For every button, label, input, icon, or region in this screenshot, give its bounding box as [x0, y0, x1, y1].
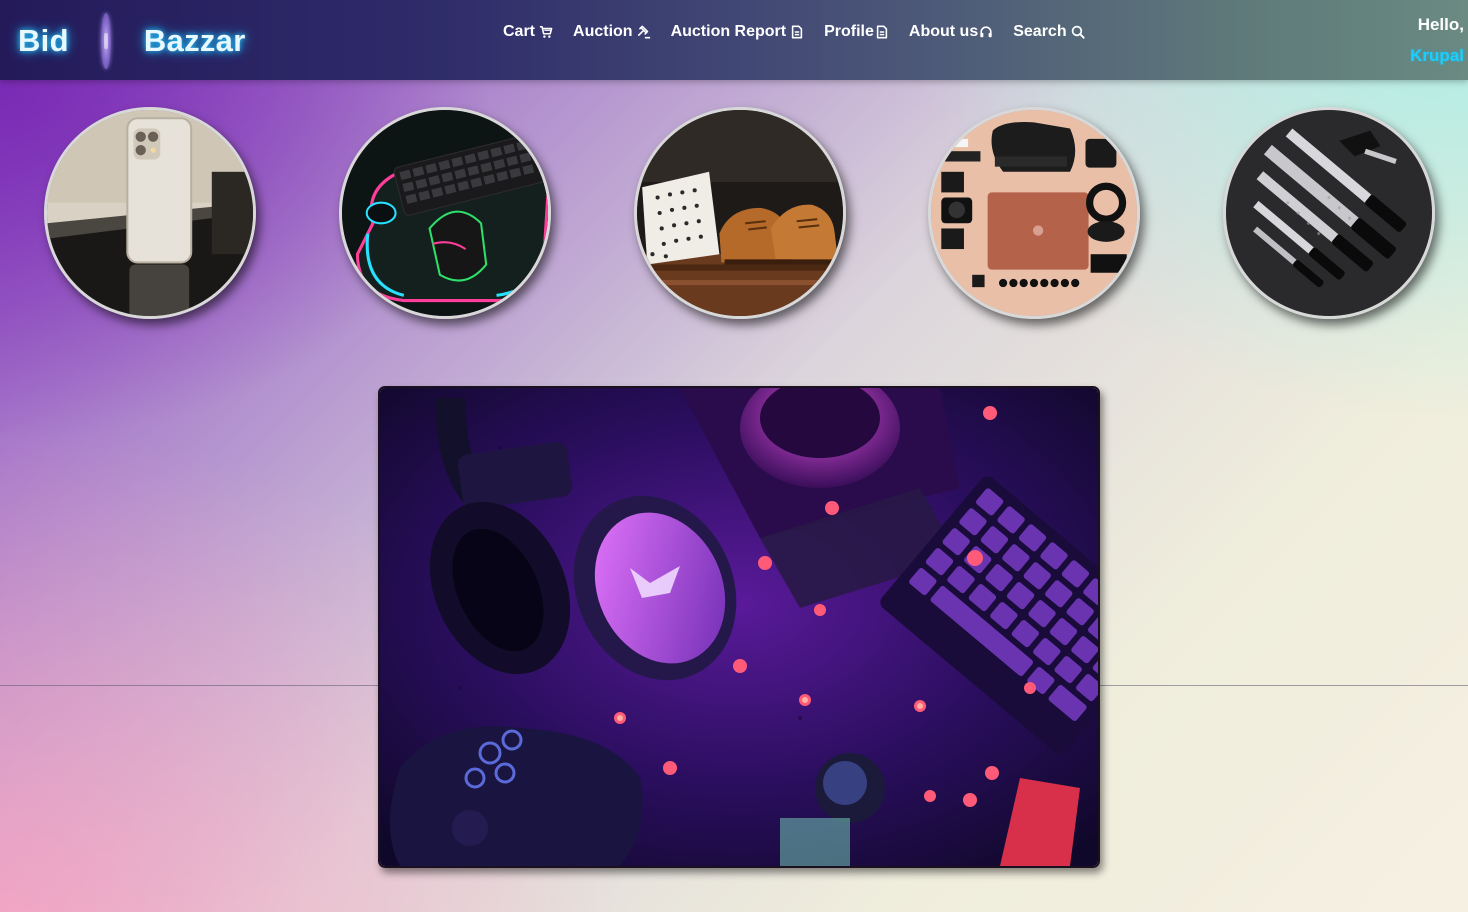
- gaming-setup-hero-image: [380, 388, 1098, 866]
- nav-auction-report-label: Auction Report: [670, 23, 787, 40]
- gadgets-flatlay-image: [931, 110, 1137, 316]
- navbar: Bid Bazzar Cart Auction Auction Report P…: [0, 0, 1468, 80]
- nav-profile-link[interactable]: Profile: [824, 23, 889, 41]
- cart-icon: [539, 25, 553, 39]
- username-text[interactable]: Krupal: [1410, 40, 1464, 71]
- keyboard-mouse-image: [342, 110, 548, 316]
- brand-word-left: Bid: [18, 23, 69, 58]
- brand-word-right: Bazzar: [143, 23, 246, 58]
- report-icon: [790, 25, 804, 39]
- headset-icon: [979, 25, 993, 39]
- nav-auction-label: Auction: [573, 23, 633, 40]
- hero-banner[interactable]: [378, 386, 1100, 868]
- search-icon: [1071, 25, 1085, 39]
- nav-search-label: Search: [1013, 23, 1067, 40]
- nav-cart-link[interactable]: Cart: [503, 23, 553, 41]
- category-phone[interactable]: [44, 107, 256, 319]
- category-gaming[interactable]: [339, 107, 551, 319]
- nav-about-label: About us: [908, 23, 979, 40]
- user-greeting[interactable]: Hello, Krupal: [1410, 9, 1464, 71]
- profile-doc-icon: [875, 25, 889, 39]
- nav-auction-link[interactable]: Auction: [573, 23, 651, 41]
- greeting-text: Hello,: [1417, 15, 1464, 34]
- category-electronics[interactable]: [928, 107, 1140, 319]
- clothes-shoes-image: [637, 110, 843, 316]
- nav-profile-label: Profile: [824, 23, 874, 40]
- knives-image: [1226, 110, 1432, 316]
- gavel-icon: [637, 25, 651, 39]
- brand-logo-group[interactable]: Bid Bazzar: [18, 13, 246, 69]
- nav-auction-report-link[interactable]: Auction Report: [671, 23, 805, 41]
- category-knives[interactable]: [1223, 107, 1435, 319]
- bid-logo-icon: [100, 13, 111, 69]
- phone-image: [47, 110, 253, 316]
- nav-links: Cart Auction Auction Report Profile Abou…: [503, 20, 1105, 44]
- category-fashion[interactable]: [634, 107, 846, 319]
- nav-about-link[interactable]: About us: [909, 23, 993, 41]
- nav-search-link[interactable]: Search: [1013, 23, 1085, 41]
- nav-cart-label: Cart: [503, 23, 536, 40]
